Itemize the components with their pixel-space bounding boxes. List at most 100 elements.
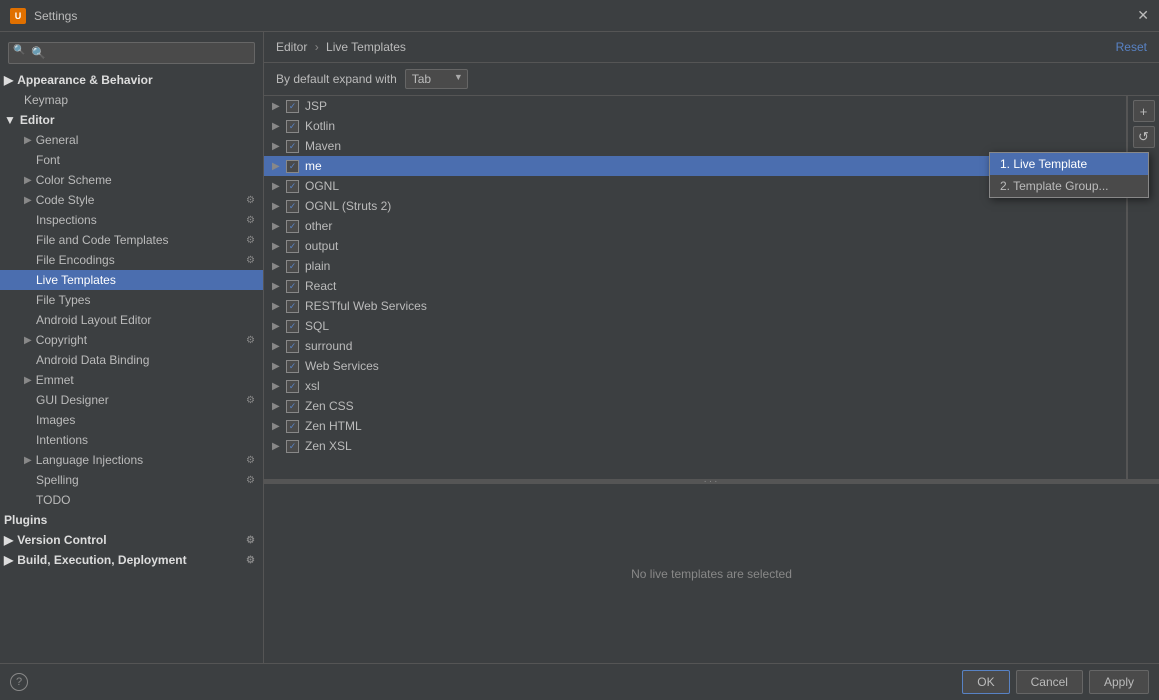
arrow-icon: ▶ (4, 533, 13, 547)
sidebar-item-keymap[interactable]: Keymap (0, 90, 263, 110)
tree-arrow-icon: ▶ (272, 181, 282, 192)
sidebar-item-gui-designer[interactable]: GUI Designer ⚙ (0, 390, 263, 410)
tree-checkbox-ognl-struts2[interactable] (286, 200, 299, 213)
close-button[interactable]: ✕ (1137, 7, 1149, 24)
sidebar-item-version-control[interactable]: ▶ Version Control ⚙ (0, 530, 263, 550)
tree-arrow-icon: ▶ (272, 361, 282, 372)
sidebar-item-android-data-binding[interactable]: Android Data Binding (0, 350, 263, 370)
expand-select[interactable]: Tab Space Enter (405, 69, 468, 89)
sidebar-item-language-injections[interactable]: ▶ Language Injections ⚙ (0, 450, 263, 470)
tree-item-surround[interactable]: ▶ surround (264, 336, 1126, 356)
tree-checkbox-sql[interactable] (286, 320, 299, 333)
sidebar-item-label: TODO (36, 493, 70, 507)
tree-checkbox-maven[interactable] (286, 140, 299, 153)
sidebar-item-file-code-templates[interactable]: File and Code Templates ⚙ (0, 230, 263, 250)
arrow-icon: ▶ (24, 175, 32, 186)
arrow-icon: ▶ (24, 455, 32, 466)
tree-item-zen-html[interactable]: ▶ Zen HTML (264, 416, 1126, 436)
arrow-icon: ▶ (24, 195, 32, 206)
tree-checkbox-other[interactable] (286, 220, 299, 233)
help-button[interactable]: ? (10, 673, 28, 691)
sidebar-item-file-types[interactable]: File Types (0, 290, 263, 310)
window-title: Settings (34, 9, 77, 23)
settings-window: U Settings ✕ ▶ Appearance & Behavior Key… (0, 0, 1159, 700)
sidebar-item-android-layout-editor[interactable]: Android Layout Editor (0, 310, 263, 330)
add-dropdown-popup: 1. Live Template 2. Template Group... (989, 152, 1149, 198)
app-icon: U (10, 8, 26, 24)
sidebar-item-file-encodings[interactable]: File Encodings ⚙ (0, 250, 263, 270)
badge-icon: ⚙ (246, 555, 255, 566)
sidebar-item-font[interactable]: Font (0, 150, 263, 170)
sidebar-item-inspections[interactable]: Inspections ⚙ (0, 210, 263, 230)
tree-arrow-icon: ▶ (272, 321, 282, 332)
sidebar-item-copyright[interactable]: ▶ Copyright ⚙ (0, 330, 263, 350)
sidebar-item-label: Android Layout Editor (36, 313, 151, 327)
ok-button[interactable]: OK (962, 670, 1009, 694)
tree-arrow-icon: ▶ (272, 121, 282, 132)
tree-item-ognl-struts2[interactable]: ▶ OGNL (Struts 2) (264, 196, 1126, 216)
tree-checkbox-react[interactable] (286, 280, 299, 293)
tree-checkbox-xsl[interactable] (286, 380, 299, 393)
add-button[interactable]: + (1133, 100, 1155, 122)
sidebar-item-label: Keymap (24, 93, 68, 107)
arrow-icon: ▶ (24, 375, 32, 386)
tree-item-kotlin[interactable]: ▶ Kotlin (264, 116, 1126, 136)
tree-item-zen-xsl[interactable]: ▶ Zen XSL (264, 436, 1126, 456)
tree-checkbox-surround[interactable] (286, 340, 299, 353)
sidebar-item-editor[interactable]: ▼ Editor (0, 110, 263, 130)
tree-item-restful[interactable]: ▶ RESTful Web Services (264, 296, 1126, 316)
sidebar-item-spelling[interactable]: Spelling ⚙ (0, 470, 263, 490)
tree-checkbox-zen-html[interactable] (286, 420, 299, 433)
tree-checkbox-restful[interactable] (286, 300, 299, 313)
bottom-bar: ? OK Cancel Apply (0, 663, 1159, 700)
tree-checkbox-web-services[interactable] (286, 360, 299, 373)
tree-item-label: OGNL (Struts 2) (305, 199, 391, 213)
tree-item-web-services[interactable]: ▶ Web Services (264, 356, 1126, 376)
tree-arrow-icon: ▶ (272, 161, 282, 172)
tree-checkbox-jsp[interactable] (286, 100, 299, 113)
badge-icon: ⚙ (246, 455, 255, 466)
sidebar-item-label: Copyright (36, 333, 87, 347)
reset-button[interactable]: Reset (1116, 40, 1147, 54)
sidebar-item-general[interactable]: ▶ General (0, 130, 263, 150)
sidebar-item-label: Live Templates (36, 273, 116, 287)
apply-button[interactable]: Apply (1089, 670, 1149, 694)
sidebar-item-appearance[interactable]: ▶ Appearance & Behavior (0, 70, 263, 90)
sidebar-item-live-templates[interactable]: Live Templates (0, 270, 263, 290)
sidebar-item-label: Spelling (36, 473, 79, 487)
tree-checkbox-zen-xsl[interactable] (286, 440, 299, 453)
tree-item-zen-css[interactable]: ▶ Zen CSS (264, 396, 1126, 416)
badge-icon: ⚙ (246, 195, 255, 206)
tree-item-plain[interactable]: ▶ plain (264, 256, 1126, 276)
tree-checkbox-plain[interactable] (286, 260, 299, 273)
tree-checkbox-zen-css[interactable] (286, 400, 299, 413)
tree-checkbox-kotlin[interactable] (286, 120, 299, 133)
sidebar-item-images[interactable]: Images (0, 410, 263, 430)
sidebar-item-todo[interactable]: TODO (0, 490, 263, 510)
sidebar-item-intentions[interactable]: Intentions (0, 430, 263, 450)
dropdown-item-live-template[interactable]: 1. Live Template (990, 153, 1148, 175)
tree-checkbox-output[interactable] (286, 240, 299, 253)
sidebar-item-code-style[interactable]: ▶ Code Style ⚙ (0, 190, 263, 210)
tree-item-output[interactable]: ▶ output (264, 236, 1126, 256)
tree-item-sql[interactable]: ▶ SQL (264, 316, 1126, 336)
main-header: Editor › Live Templates Reset (264, 32, 1159, 63)
tree-checkbox-ognl[interactable] (286, 180, 299, 193)
search-input[interactable] (8, 42, 255, 64)
tree-item-other[interactable]: ▶ other (264, 216, 1126, 236)
sidebar-item-plugins[interactable]: Plugins (0, 510, 263, 530)
sidebar-item-label: Language Injections (36, 453, 143, 467)
sidebar-item-label: Intentions (36, 433, 88, 447)
sidebar-item-emmet[interactable]: ▶ Emmet (0, 370, 263, 390)
cancel-button[interactable]: Cancel (1016, 670, 1083, 694)
sidebar-item-build[interactable]: ▶ Build, Execution, Deployment ⚙ (0, 550, 263, 570)
tree-item-xsl[interactable]: ▶ xsl (264, 376, 1126, 396)
sidebar-item-label: Build, Execution, Deployment (17, 553, 186, 567)
tree-item-react[interactable]: ▶ React (264, 276, 1126, 296)
sidebar-item-color-scheme[interactable]: ▶ Color Scheme (0, 170, 263, 190)
undo-button[interactable]: ↺ (1133, 126, 1155, 148)
tree-item-label: plain (305, 259, 330, 273)
tree-checkbox-me[interactable] (286, 160, 299, 173)
dropdown-item-template-group[interactable]: 2. Template Group... (990, 175, 1148, 197)
tree-item-jsp[interactable]: ▶ JSP (264, 96, 1126, 116)
